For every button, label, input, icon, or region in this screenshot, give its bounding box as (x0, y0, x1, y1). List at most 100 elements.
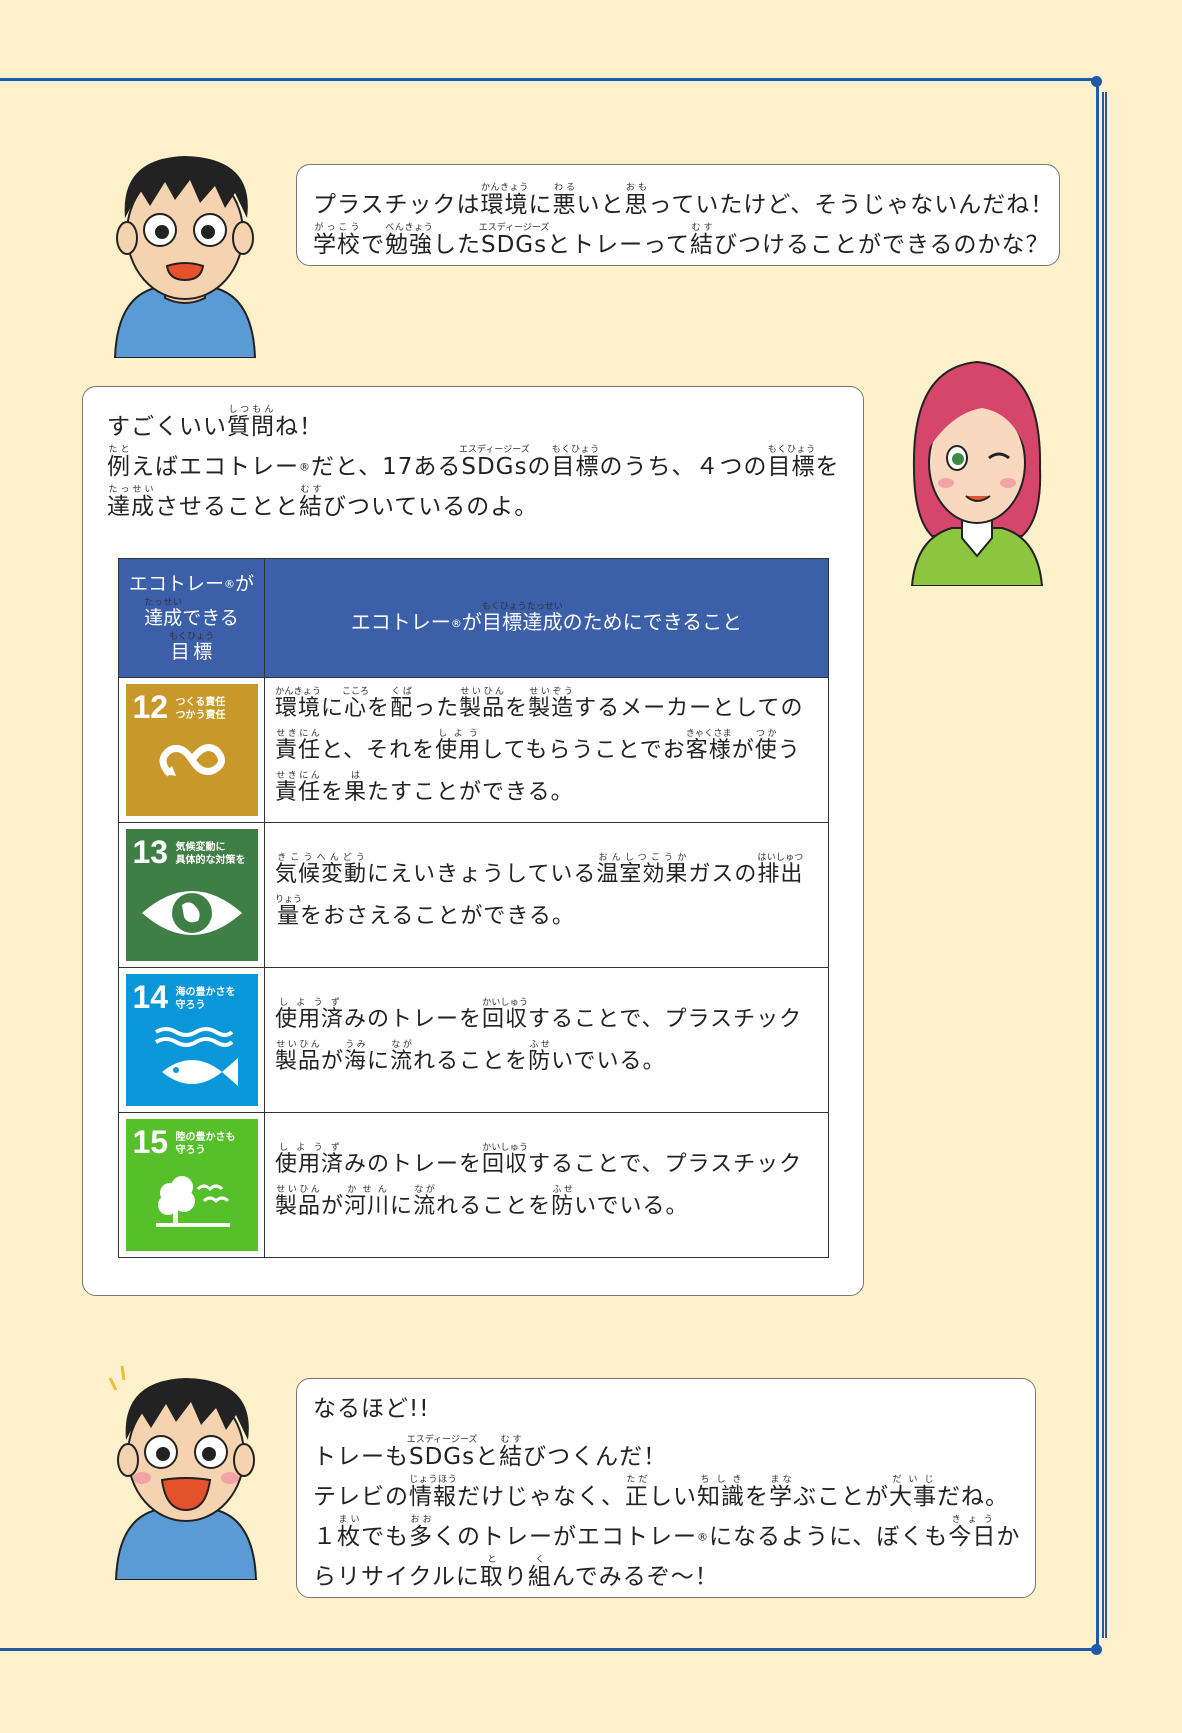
bubble1-line2: 学校がっこうで勉強べんきょうしたSDGsエスディージーズとトレーって結むすびつけ… (313, 223, 1050, 258)
ruby-text: 責任せきにん (275, 729, 322, 763)
ruby-text: 製品せいひん (275, 1185, 322, 1219)
desc-line: 責任せきにんと、それを使用しようしてもらうことでお客様きゃくさまが使つかう (275, 729, 801, 763)
ruby-text: SDGsエスディージーズ (459, 445, 530, 480)
frame-corner-dot-bottom (1091, 1644, 1102, 1655)
bubble3-line1: なるほど!! (313, 1396, 430, 1422)
ruby-text: 製造せいぞう (528, 687, 575, 721)
ruby-text: 正ただ (625, 1475, 649, 1510)
sdg-goal-13-icon: 13 気候変動に 具体的な対策を (125, 829, 258, 961)
eye-globe-icon (141, 891, 242, 935)
ruby-text: 多おお (409, 1515, 433, 1550)
ruby-text: SDGsエスディージーズ (406, 1435, 478, 1470)
ruby-text: 責任せきにん (275, 771, 322, 805)
bubble3-line3: テレビの情報じょうほうだけじゃなく、正ただしい知識ちしきを学まなぶことが大事だい… (313, 1475, 1009, 1510)
bubble3-line5: らリサイクルに取とり組くんでみるぞ〜！ (313, 1555, 719, 1590)
ruby-text: 製品せいひん (459, 687, 506, 721)
sdg-goal-15-icon: 15 陸の豊かさも 守ろう (125, 1119, 258, 1251)
table-row: 15 陸の豊かさも 守ろう 使用済しようずみのトレーを回収かいしゅうすることで、プ… (118, 1112, 829, 1258)
sdg-icon-cell: 12 つくる責任 つかう責任 (118, 677, 265, 823)
speech-bubble-boy-conclusion: なるほど!! トレーもSDGsエスディージーズと結むすびつくんだ！ テレビの情報… (296, 1378, 1036, 1598)
sdg-icon-cell: 15 陸の豊かさも 守ろう (118, 1112, 265, 1258)
ruby-text: 今日きょう (948, 1515, 997, 1550)
page-frame-double-line (1102, 92, 1107, 1638)
bubble2-line3: 達成たっせいさせることと結むすびついているのよ。 (107, 485, 539, 520)
ruby-text: 達成たっせい (107, 485, 155, 520)
infinity-icon (159, 744, 225, 777)
table-header-row: エコトレー®が 達成たっせいできる 目標もくひょう エコトレー®が目標達成もくひ… (118, 558, 829, 678)
ruby-text: 組く (527, 1555, 552, 1590)
sdg-goal-12-icon: 12 つくる責任 つかう責任 (125, 684, 258, 816)
ruby-text: 質問しつもん (227, 405, 275, 440)
ruby-text: 情報じょうほう (409, 1475, 457, 1510)
sdg-12-description: 環境かんきょうに心こころを配くばった製品せいひんを製造せいぞうするメーカーとして… (264, 677, 829, 823)
desc-line: 気候変動きこうへんどうにえいきょうしている温室効果おんしつこうかガスの排出はいし… (275, 853, 804, 887)
registered-mark: ® (697, 1530, 709, 1544)
ruby-text: 例たと (107, 445, 131, 480)
ruby-text: 回収かいしゅう (482, 998, 529, 1032)
fish-icon (154, 1027, 238, 1086)
desc-line: 製品せいひんが河川かせんに流ながれることを防ふせいでいる。 (275, 1185, 689, 1219)
ruby-text: 達成たっせい (144, 598, 183, 630)
ruby-text: 使用済しようず (275, 1143, 345, 1177)
ruby-text: 結むす (499, 1435, 524, 1470)
header-col2-label: エコトレー®が目標達成もくひょうたっせいのためにできること (350, 601, 743, 634)
sdg-icon-cell: 14 海の豊かさを 守ろう (118, 967, 265, 1113)
table-header-actions: エコトレー®が目標達成もくひょうたっせいのためにできること (264, 558, 829, 678)
ruby-text: 流なが (413, 1185, 437, 1219)
bubble1-line1: プラスチックは環境かんきょうに悪わるいと思おもっていたけど、そうじゃないんだね！ (313, 183, 1055, 218)
bubble3-line2: トレーもSDGsエスディージーズと結むすびつくんだ！ (313, 1435, 668, 1470)
frame-corner-dot-top (1091, 76, 1102, 87)
sdg-14-description: 使用済しようずみのトレーを回収かいしゅうすることで、プラスチック 製品せいひんが… (264, 967, 829, 1113)
ruby-text: 流なが (390, 1040, 414, 1074)
ruby-text: 温室効果おんしつこうか (596, 853, 689, 887)
ruby-text: 回収かいしゅう (482, 1143, 529, 1177)
registered-mark: ® (299, 460, 311, 474)
registered-mark: ® (224, 577, 235, 591)
ruby-text: 環境かんきょう (275, 687, 322, 721)
ruby-text: 製品せいひん (275, 1040, 322, 1074)
ruby-text: 防ふせ (528, 1040, 552, 1074)
desc-line: 環境かんきょうに心こころを配くばった製品せいひんを製造せいぞうするメーカーとして… (275, 687, 804, 721)
ruby-text: 結むす (689, 223, 714, 258)
desc-line: 使用済しようずみのトレーを回収かいしゅうすることで、プラスチック (275, 1143, 803, 1177)
boy-character-icon (113, 156, 257, 358)
desc-line: 使用済しようずみのトレーを回収かいしゅうすることで、プラスチック (275, 998, 803, 1032)
table-row: 14 海の豊かさを 守ろう 使用済しようずみのトレーを回収かいしゅうすることで、プ… (118, 967, 829, 1113)
ruby-text: 使つか (754, 729, 778, 763)
ruby-text: 使用済しようず (275, 998, 345, 1032)
ruby-text: 環境かんきょう (480, 183, 529, 218)
ruby-text: 客様きゃくさま (685, 729, 732, 763)
ruby-text: 取と (479, 1555, 504, 1590)
ruby-text: 学校がっこう (313, 223, 361, 258)
ruby-text: 河川かせん (344, 1185, 391, 1219)
tree-birds-icon (155, 1176, 230, 1227)
header-col1-line2: 達成たっせいできる (144, 598, 239, 630)
header-col1-line3: 目標もくひょう (119, 632, 264, 666)
teacher-character-icon (910, 360, 1044, 586)
ruby-text: 海うみ (344, 1040, 368, 1074)
sdg-goal-14-icon: 14 海の豊かさを 守ろう (125, 974, 258, 1106)
bubble2-line1: すごくいい質問しつもんね！ (107, 405, 323, 440)
sdgs-goals-table: エコトレー®が 達成たっせいできる 目標もくひょう エコトレー®が目標達成もくひ… (118, 558, 829, 1258)
sdg-13-description: 気候変動きこうへんどうにえいきょうしている温室効果おんしつこうかガスの排出はいし… (264, 822, 829, 968)
ruby-text: 気候変動きこうへんどう (275, 853, 368, 887)
ruby-text: 配くば (390, 687, 414, 721)
ruby-text: 心こころ (342, 687, 370, 721)
ruby-text: 目標もくひょう (767, 445, 816, 480)
ruby-text: 目標達成もくひょうたっせい (481, 601, 563, 634)
sdg-15-description: 使用済しようずみのトレーを回収かいしゅうすることで、プラスチック 製品せいひんが… (264, 1112, 829, 1258)
ruby-text: 目標もくひょう (551, 445, 600, 480)
ruby-text: 結むす (299, 485, 323, 520)
header-col1-line1: エコトレー®が (128, 572, 255, 595)
ruby-text: 目標もくひょう (168, 632, 214, 664)
ruby-text: 使用しよう (435, 729, 482, 763)
bubble3-line4: １枚まいでも多おおくのトレーがエコトレー®になるように、ぼくも今日きょうか (313, 1515, 1021, 1550)
ruby-text: 排出はいしゅつ (757, 853, 804, 887)
table-row: 12 つくる責任 つかう責任 環境かんきょうに心こころを配くばった製品せいひんを製… (118, 677, 829, 823)
registered-mark: ® (450, 616, 462, 630)
desc-line: 量りょうをおさえることができる。 (275, 895, 575, 929)
ruby-text: 知識ちしき (697, 1475, 745, 1510)
boy-character-happy-icon (108, 1365, 258, 1580)
ruby-text: 大事だいじ (889, 1475, 937, 1510)
ruby-text: 枚まい (337, 1515, 361, 1550)
